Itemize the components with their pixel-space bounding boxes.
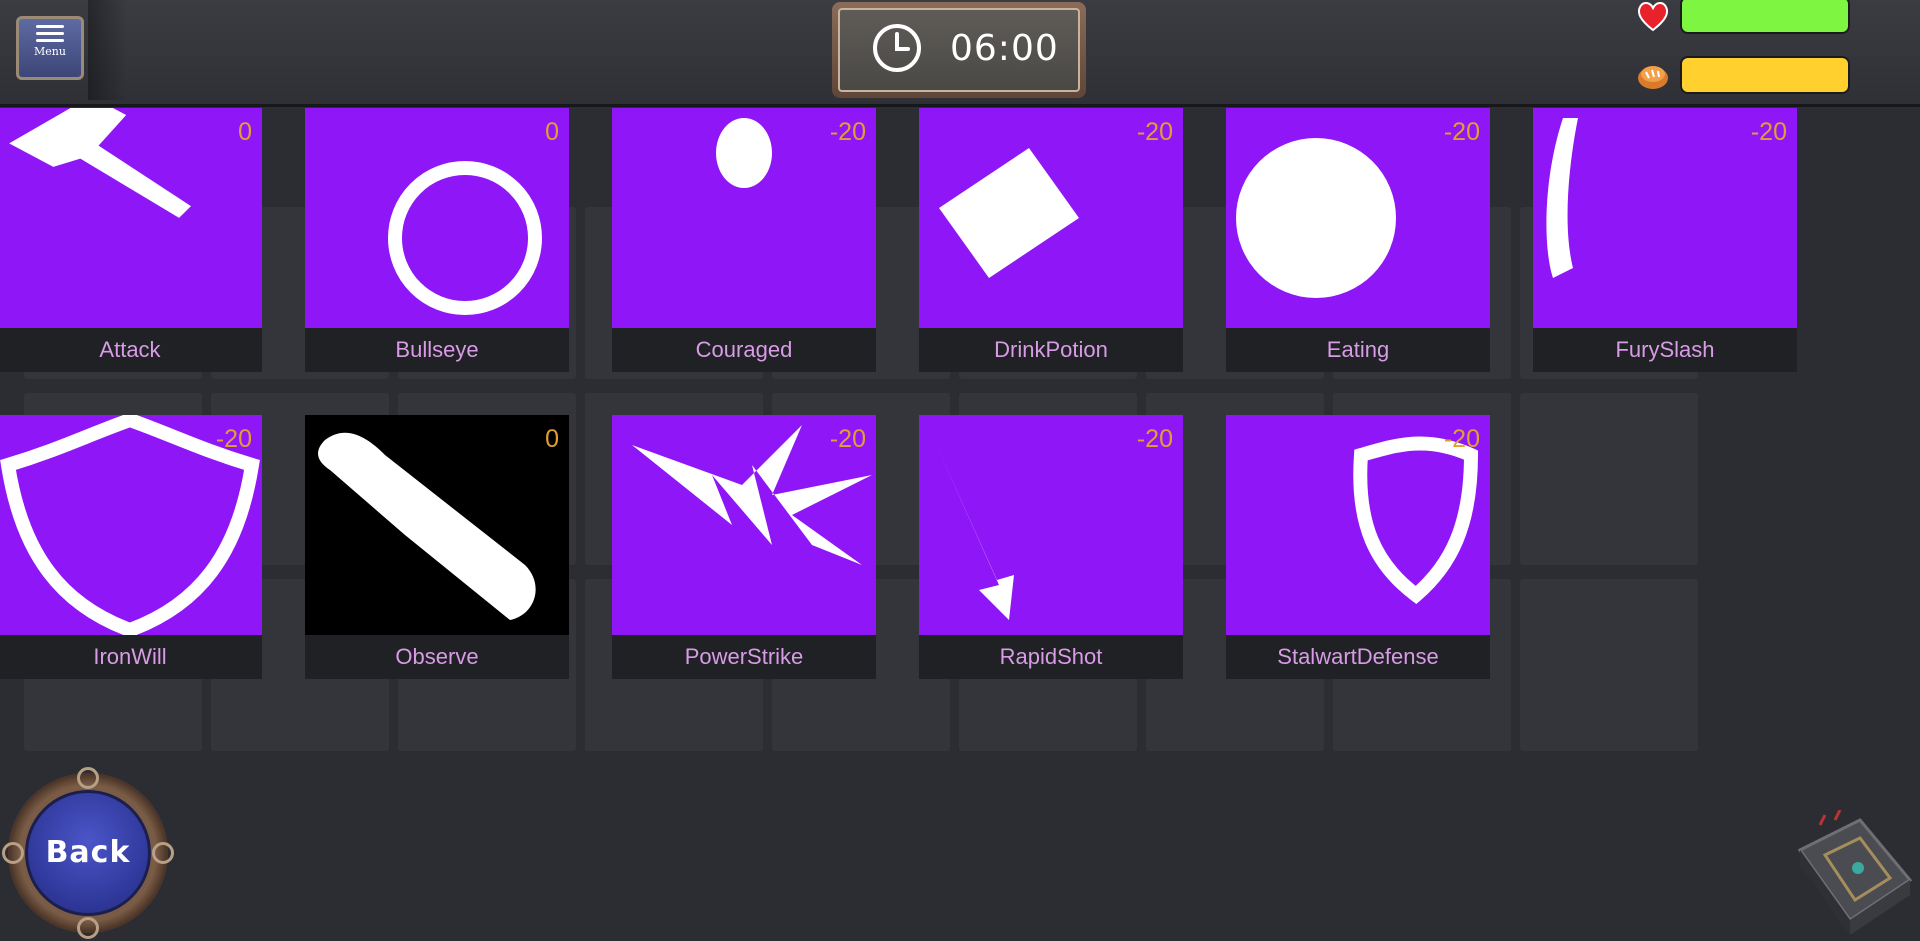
skill-cost: -20 bbox=[1750, 118, 1787, 146]
menu-label: Menu bbox=[34, 45, 66, 58]
skill-label: Attack bbox=[0, 328, 262, 372]
skill-label: Eating bbox=[1226, 328, 1490, 372]
skill-label: IronWill bbox=[0, 635, 262, 679]
skill-cost: -20 bbox=[1443, 425, 1480, 453]
menu-button[interactable]: Menu bbox=[16, 16, 84, 80]
clock-time: 06:00 bbox=[950, 28, 1059, 69]
clock-icon bbox=[873, 24, 921, 72]
top-bar: Menu 06:00 bbox=[0, 0, 1920, 107]
food-bar bbox=[1680, 56, 1850, 94]
skill-card-observe[interactable]: 0 Observe bbox=[305, 415, 569, 679]
skill-cost: -20 bbox=[829, 118, 866, 146]
skill-label: Couraged bbox=[612, 328, 876, 372]
hamburger-icon bbox=[36, 25, 64, 42]
health-bar bbox=[1680, 0, 1850, 34]
skill-cost: -20 bbox=[829, 425, 866, 453]
skill-card-ironwill[interactable]: -20 IronWill bbox=[0, 415, 262, 679]
skill-cost: -20 bbox=[215, 425, 252, 453]
skill-cost: 0 bbox=[545, 425, 559, 453]
skill-cost: -20 bbox=[1136, 425, 1173, 453]
skill-label: StalwartDefense bbox=[1226, 635, 1490, 679]
skill-cost: -20 bbox=[1136, 118, 1173, 146]
skill-card-furyslash[interactable]: -20 FurySlash bbox=[1533, 108, 1797, 372]
skill-label: RapidShot bbox=[919, 635, 1183, 679]
skill-card-stalwartdefense[interactable]: -20 StalwartDefense bbox=[1226, 415, 1490, 679]
top-bar-shade bbox=[88, 0, 128, 100]
bread-icon bbox=[1636, 60, 1670, 99]
skill-card-bullseye[interactable]: 0 Bullseye bbox=[305, 108, 569, 372]
empty-slot bbox=[1520, 579, 1698, 751]
health-bar-fill bbox=[1682, 0, 1848, 32]
spellbook-icon[interactable] bbox=[1790, 810, 1918, 938]
skill-cost: 0 bbox=[238, 118, 252, 146]
skill-cost: -20 bbox=[1443, 118, 1480, 146]
skill-label: DrinkPotion bbox=[919, 328, 1183, 372]
food-bar-fill bbox=[1682, 58, 1848, 92]
skill-label: PowerStrike bbox=[612, 635, 876, 679]
bullseye-icon bbox=[305, 108, 569, 328]
clock-panel: 06:00 bbox=[832, 2, 1086, 98]
spyglass-icon bbox=[305, 415, 569, 635]
back-button-label: Back bbox=[45, 835, 131, 870]
skill-label: Observe bbox=[305, 635, 569, 679]
skill-cost: 0 bbox=[545, 118, 559, 146]
skill-card-attack[interactable]: 0 Attack bbox=[0, 108, 262, 372]
skill-card-couraged[interactable]: -20 Couraged bbox=[612, 108, 876, 372]
skill-card-drinkpotion[interactable]: -20 DrinkPotion bbox=[919, 108, 1183, 372]
heart-icon bbox=[1636, 0, 1670, 39]
sword-grip-icon bbox=[0, 108, 262, 328]
skill-label: FurySlash bbox=[1533, 328, 1797, 372]
skill-card-eating[interactable]: -20 Eating bbox=[1226, 108, 1490, 372]
back-button[interactable]: Back bbox=[2, 767, 174, 939]
empty-slot bbox=[1520, 393, 1698, 565]
skill-label: Bullseye bbox=[305, 328, 569, 372]
skill-card-powerstrike[interactable]: -20 PowerStrike bbox=[612, 415, 876, 679]
skill-card-rapidshot[interactable]: -20 RapidShot bbox=[919, 415, 1183, 679]
